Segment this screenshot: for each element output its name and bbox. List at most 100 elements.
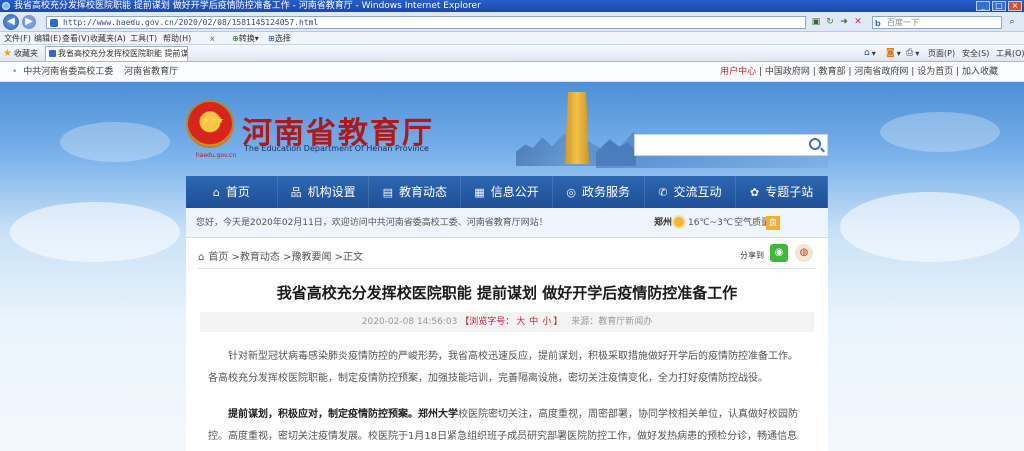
address-bar: ◀ ▶ http://www.haedu.gov.cn/2020/02/08/1… (0, 12, 1024, 32)
article-date: 2020-02-08 14:56:03 (361, 317, 458, 327)
nav-item-news[interactable]: ▤ 教育动态 (369, 176, 462, 208)
link-moe[interactable]: 教育部 (819, 67, 846, 77)
sunny-weather-icon (674, 217, 684, 227)
go-icon[interactable]: ➜ (838, 16, 850, 28)
convert-button[interactable]: ⊕转换▾ (232, 32, 259, 45)
feeds-tool[interactable]: ◙ ▾ (886, 45, 901, 62)
bullet-icon: • (12, 67, 18, 77)
article-meta: 2020-02-08 14:56:03 【浏览字号：大中小】 来源：教育厅新闻办 (200, 312, 814, 332)
select-icon: ⊞ (268, 34, 275, 43)
font-size-label: 【浏览字号： (460, 317, 515, 327)
menu-view[interactable]: 查看(V) (62, 32, 90, 45)
article-paragraph-1: 针对新型冠状病毒感染肺炎疫情防控的严峻形势，我省高校迅速反应，提前谋划，积极采取… (208, 351, 798, 384)
link-add-favorite[interactable]: 加入收藏 (962, 67, 998, 77)
breadcrumb-text[interactable]: 首页 >教育动态 >豫教要闻 >正文 (208, 252, 363, 263)
interaction-icon: ✆ (658, 186, 668, 199)
tab-favicon-icon (49, 50, 56, 57)
search-icon[interactable] (809, 138, 821, 150)
print-icon: ⎙ (906, 48, 914, 58)
nav-label: 信息公开 (490, 185, 539, 199)
cloud-decoration (10, 202, 180, 262)
link-education-dept[interactable]: 河南省教育厅 (124, 67, 178, 77)
favorites-label[interactable]: 收藏夹 (14, 45, 38, 62)
font-size-small[interactable]: 小 (542, 317, 551, 327)
article-paragraph-2: 提前谋划，积极应对，制定疫情防控预案。郑州大学校医院密切关注，高度重视，周密部署… (208, 404, 804, 451)
browser-search-placeholder: 百度一下 (887, 18, 919, 27)
org-icon: 品 (290, 186, 302, 199)
home-tool[interactable]: ⌂ ▾ (864, 45, 876, 62)
cloud-decoration (840, 192, 1020, 262)
news-icon: ▤ (382, 186, 393, 199)
nav-label: 首页 (225, 185, 250, 199)
article-source: 来源：教育厅新闻办 (571, 317, 653, 327)
tools-menu[interactable]: 工具(O) (996, 45, 1024, 62)
select-button[interactable]: ⊞选择 (268, 32, 291, 45)
weibo-share-icon[interactable]: ◍ (795, 244, 813, 262)
menu-help[interactable]: 帮助(H) (163, 32, 191, 45)
compatibility-view-icon[interactable]: ▣ (810, 16, 822, 28)
breadcrumb-home-icon[interactable]: ⌂ (198, 252, 204, 263)
font-size-medium[interactable]: 中 (529, 317, 538, 327)
font-size-large[interactable]: 大 (516, 317, 525, 327)
window-title: 我省高校充分发挥校医院职能 提前谋划 做好开学后疫情防控准备工作 - 河南省教育… (14, 1, 481, 11)
back-button[interactable]: ◀ (3, 14, 19, 30)
select-label: 选择 (274, 34, 291, 43)
convert-label: 转换 (238, 34, 255, 43)
link-henan-gov[interactable]: 河南省政府网 (854, 67, 908, 77)
menu-tools[interactable]: 工具(T) (130, 32, 157, 45)
home-icon: ⌂ (212, 186, 220, 199)
page-menu[interactable]: 页面(P) (928, 45, 955, 62)
divider (198, 268, 816, 269)
close-window-button[interactable]: × (1008, 1, 1022, 11)
safety-menu[interactable]: 安全(S) (962, 45, 989, 62)
info-icon: ▦ (474, 186, 485, 199)
link-party-committee[interactable]: 中共河南省委高校工委 (23, 67, 113, 77)
ie-logo-icon (2, 2, 10, 10)
nav-label: 交流互动 (673, 185, 722, 199)
nav-item-topics[interactable]: ✿ 专题子站 (736, 176, 829, 208)
maximize-button[interactable]: □ (992, 1, 1006, 11)
font-size-end: 】 (553, 317, 563, 327)
search-icon[interactable]: ⌕ (1005, 16, 1019, 29)
refresh-icon[interactable]: ↻ (824, 16, 836, 28)
weather-temperature: 16℃~3℃ (688, 218, 733, 228)
toolbar-close-icon[interactable]: x (210, 32, 215, 45)
cloud-decoration (880, 112, 1000, 152)
menu-file[interactable]: 文件(F) (4, 32, 31, 45)
browser-tab[interactable]: 我省高校充分发挥校医院职能 提前谋划 做好 (45, 46, 188, 61)
welcome-message: 您好，今天是2020年02月11日，欢迎访问中共河南省委高校工委、河南省教育厅网… (196, 218, 548, 228)
nav-item-info-disclosure[interactable]: ▦ 信息公开 (461, 176, 553, 208)
breadcrumb: ⌂ 首页 >教育动态 >豫教要闻 >正文 (198, 248, 363, 263)
window-titlebar: 我省高校充分发挥校医院职能 提前谋划 做好开学后疫情防控准备工作 - 河南省教育… (0, 0, 1024, 12)
paragraph-lead-bold: 提前谋划，积极应对，制定疫情防控预案。郑州大学 (228, 409, 458, 420)
landmark-tower-image (565, 92, 589, 164)
menu-edit[interactable]: 编辑(E) (34, 32, 61, 45)
page-favicon-icon (50, 19, 58, 27)
nav-item-gov-services[interactable]: ◎ 政务服务 (553, 176, 645, 208)
stop-icon[interactable]: ✕ (852, 16, 864, 28)
cloud-decoration (60, 122, 170, 162)
print-tool[interactable]: ⎙ ▾ (906, 45, 919, 62)
link-gov-cn[interactable]: 中国政府网 (765, 67, 810, 77)
nav-item-interaction[interactable]: ✆ 交流互动 (645, 176, 737, 208)
forward-button[interactable]: ▶ (22, 15, 36, 29)
site-search-input[interactable] (634, 134, 828, 156)
nav-label: 机构设置 (307, 185, 356, 199)
nav-item-organization[interactable]: 品机构设置 (278, 176, 370, 208)
share-label: 分享到 (740, 251, 764, 260)
minimize-button[interactable]: _ (976, 1, 990, 11)
nav-item-home[interactable]: ⌂ 首页 (186, 176, 278, 208)
home-tool-icon: ⌂ (864, 48, 870, 58)
national-emblem-icon[interactable]: ★★★ (186, 100, 234, 148)
search-engine-icon: b (875, 19, 881, 28)
wechat-share-icon[interactable]: ◉ (770, 244, 788, 262)
favorites-star-icon[interactable]: ★ (3, 45, 12, 62)
link-user-center[interactable]: 用户中心 (720, 67, 756, 77)
browser-search-input[interactable]: b 百度一下 (872, 16, 1002, 29)
web-page: • 中共河南省委高校工委 河南省教育厅 用户中心 | 中国政府网 | 教育部 |… (0, 62, 1024, 451)
convert-icon: ⊕ (232, 34, 239, 43)
url-field[interactable]: http://www.haedu.gov.cn/2020/02/08/15811… (46, 16, 806, 29)
emblem-url: haedu.gov.cn (195, 152, 237, 159)
link-set-homepage[interactable]: 设为首页 (917, 67, 953, 77)
menu-favorites[interactable]: 收藏夹(A) (90, 32, 126, 45)
